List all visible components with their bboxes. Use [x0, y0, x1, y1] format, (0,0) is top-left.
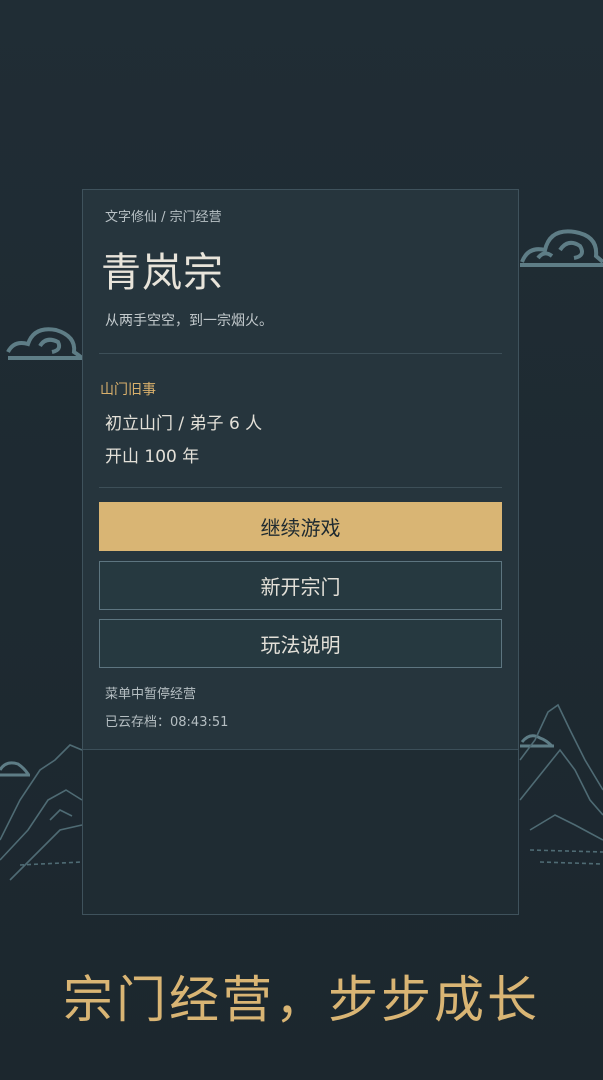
history-heading: 山门旧事 — [100, 382, 156, 398]
how-to-play-button[interactable]: 玩法说明 — [99, 619, 502, 668]
main-menu-panel: 文字修仙 / 宗门经营 青岚宗 从两手空空，到一宗烟火。 山门旧事 初立山门 /… — [82, 189, 519, 915]
panel-empty-area — [83, 749, 518, 914]
mountains-left — [0, 744, 83, 881]
history-founding-line: 初立山门 / 弟子 6 人 — [105, 414, 263, 434]
new-sect-button[interactable]: 新开宗门 — [99, 561, 502, 610]
cloud-left-icon — [6, 327, 84, 360]
continue-game-button[interactable]: 继续游戏 — [99, 502, 502, 551]
sect-motto: 从两手空空，到一宗烟火。 — [105, 313, 273, 329]
mountains-right — [519, 703, 603, 865]
divider — [99, 487, 502, 488]
breadcrumb: 文字修仙 / 宗门经营 — [105, 210, 222, 225]
history-age-line: 开山 100 年 — [105, 447, 200, 467]
divider — [99, 353, 502, 354]
cloud-small-left-icon — [0, 761, 30, 777]
pause-hint: 菜单中暂停经营 — [105, 687, 197, 702]
cloud-right-icon — [520, 229, 603, 267]
game-screen: 文字修仙 / 宗门经营 青岚宗 从两手空空，到一宗烟火。 山门旧事 初立山门 /… — [0, 0, 603, 1080]
cloud-save-status: 已云存档：08:43:51 — [105, 715, 229, 730]
promo-tagline: 宗门经营，步步成长 — [63, 971, 540, 1029]
sect-title: 青岚宗 — [101, 250, 224, 296]
